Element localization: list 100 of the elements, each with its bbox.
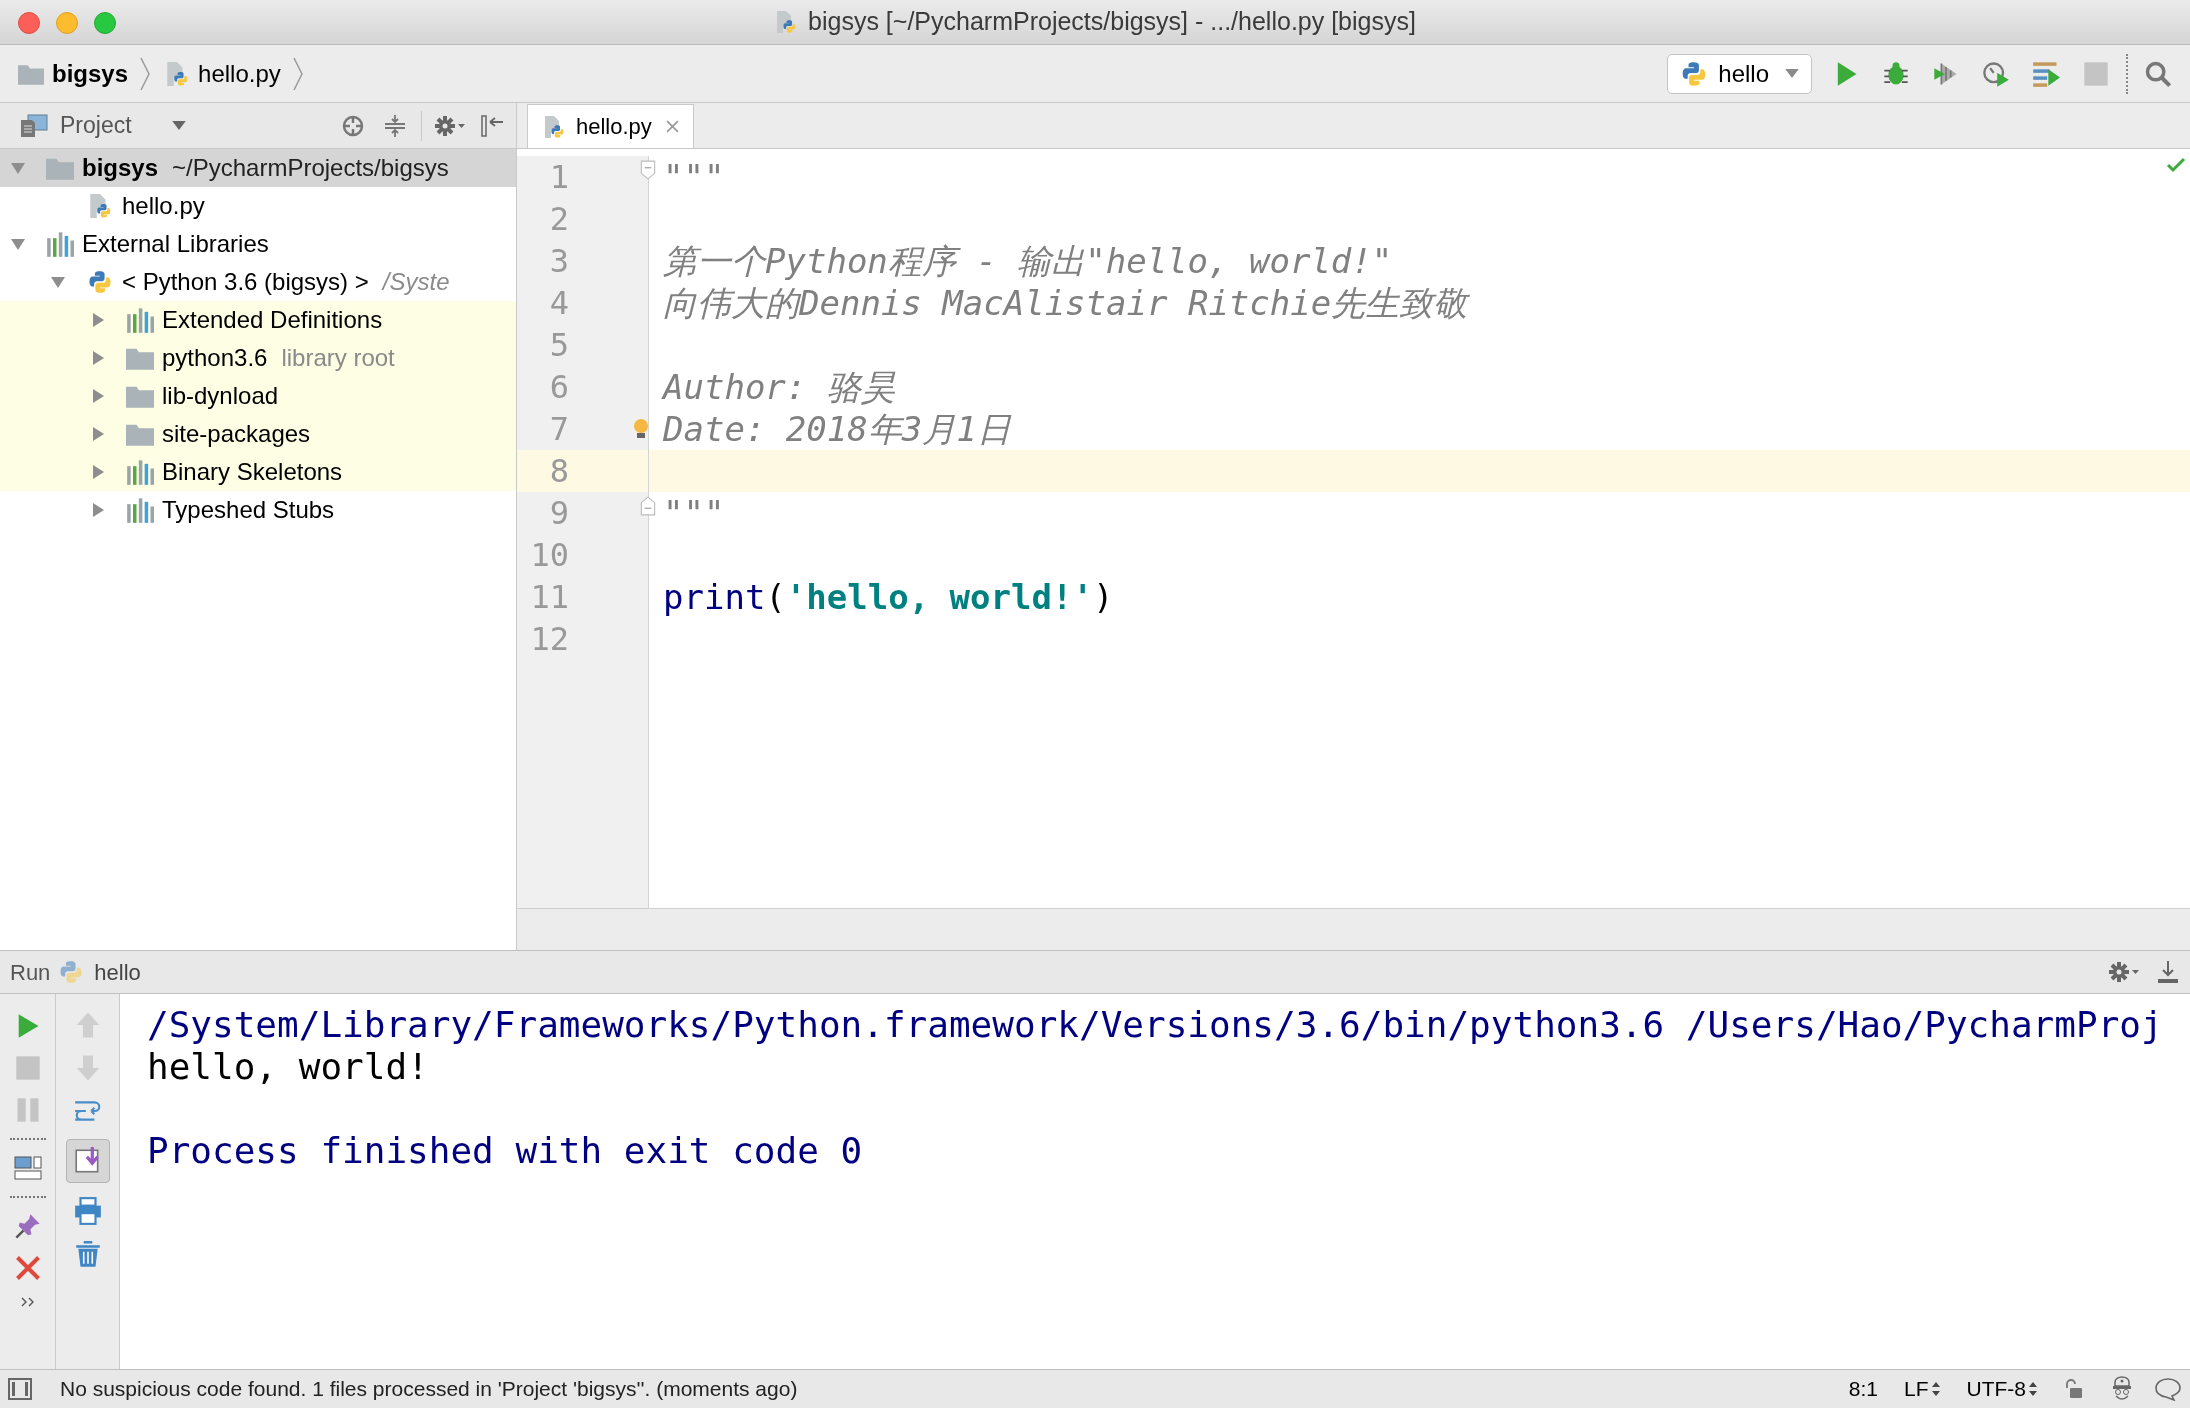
tree-item-label: python3.6 — [162, 343, 268, 373]
code-line: Date: 2018年3月1日 — [662, 407, 1011, 451]
console-line: Process finished with exit code 0 — [147, 1130, 863, 1172]
tree-item-hint: /Syste — [382, 267, 450, 297]
tree-item-label: Binary Skeletons — [162, 457, 343, 487]
code-line: 向伟大的Dennis MacAlistair Ritchie先生致敬 — [662, 281, 1468, 325]
tree-item-label: Typeshed Stubs — [162, 495, 335, 525]
crosshair-icon[interactable] — [341, 113, 365, 138]
minimize-button[interactable] — [56, 12, 78, 34]
collapsed-arrow-icon[interactable] — [90, 502, 106, 518]
line-number: 5 — [548, 325, 569, 366]
collapse-all-icon[interactable] — [383, 113, 407, 138]
expanded-arrow-icon[interactable] — [10, 160, 26, 176]
close-button[interactable] — [18, 12, 40, 34]
run-configuration-dropdown[interactable]: hello — [1667, 53, 1812, 94]
settings-icon[interactable] — [2108, 960, 2140, 984]
lock-icon[interactable] — [2064, 1379, 2084, 1399]
library-icon — [46, 231, 74, 257]
inspector-figure-icon[interactable] — [2110, 1376, 2134, 1402]
library-icon — [126, 497, 154, 523]
zoom-button[interactable] — [94, 12, 116, 34]
tree-item[interactable]: Binary Skeletons — [0, 453, 516, 491]
chevron-icon — [140, 56, 151, 91]
printer-icon[interactable] — [72, 1196, 103, 1226]
lightbulb-icon[interactable] — [633, 418, 649, 440]
collapsed-arrow-icon[interactable] — [90, 426, 106, 442]
tree-item-label: hello.py — [122, 191, 205, 221]
project-view-dropdown[interactable]: Project — [60, 108, 186, 143]
tree-item-label: bigsys — [82, 153, 159, 183]
tree-item[interactable]: lib-dynload — [0, 377, 516, 415]
encoding-selector[interactable]: UTF-8 — [1966, 1373, 2038, 1405]
profiler-icon[interactable] — [1982, 59, 2010, 88]
scroll-to-end-icon[interactable] — [65, 1139, 110, 1183]
code-line: """ — [662, 491, 725, 535]
hide-panel-icon[interactable] — [480, 113, 504, 138]
fold-marker-icon[interactable] — [640, 160, 656, 180]
expanded-arrow-icon[interactable] — [10, 236, 26, 252]
collapsed-arrow-icon[interactable] — [90, 388, 106, 404]
layout-icon[interactable] — [13, 1154, 42, 1182]
hide-panel-icon[interactable] — [2156, 960, 2180, 984]
collapsed-arrow-icon[interactable] — [90, 312, 106, 328]
collapsed-arrow-icon[interactable] — [90, 464, 106, 480]
library-icon — [126, 307, 154, 333]
fold-marker-icon[interactable] — [640, 496, 656, 516]
code-line: 第一个Python程序 - 输出"hello, world!" — [662, 239, 1393, 283]
close-icon[interactable] — [13, 1254, 42, 1282]
python-file-icon — [542, 113, 566, 140]
close-icon[interactable] — [665, 120, 679, 133]
library-icon — [126, 459, 154, 485]
tree-item-label: < Python 3.6 (bigsys) > — [122, 267, 369, 297]
window-title: bigsys [~/PycharmProjects/bigsys] - .../hello.py [bigsys] — [808, 6, 1416, 38]
more-icon[interactable] — [19, 1296, 36, 1308]
console-line: /System/Library/Frameworks/Python.framework/Versions/3.6/bin/python3.6 /Users/Hao/PycharmProj — [147, 1004, 2163, 1046]
tree-item-label: lib-dynload — [162, 381, 279, 411]
line-number: 6 — [548, 367, 569, 408]
cursor-position[interactable]: 8:1 — [1848, 1373, 1878, 1405]
chevron-icon — [292, 56, 303, 91]
breadcrumb[interactable]: hello.py — [164, 51, 285, 96]
line-number: 7 — [548, 409, 569, 450]
caret-icon — [1785, 69, 1799, 78]
tree-item[interactable]: site-packages — [0, 415, 516, 453]
tree-item[interactable]: python3.6 library root — [0, 339, 516, 377]
console-line: hello, world! — [147, 1046, 429, 1088]
concurrency-icon[interactable] — [2032, 59, 2060, 88]
status-message: No suspicious code found. 1 files processed in 'Project 'bigsys''. (moments ago) — [60, 1376, 798, 1403]
line-number: 3 — [548, 241, 569, 282]
tree-item-label: Extended Definitions — [162, 305, 383, 335]
panel-title: Run — [10, 958, 51, 987]
up-down-arrows-icon — [2028, 1381, 2038, 1397]
collapsed-arrow-icon[interactable] — [90, 350, 106, 366]
project-view-icon — [20, 113, 48, 138]
editor-tab[interactable]: hello.py — [527, 104, 694, 148]
search-icon[interactable] — [2144, 59, 2172, 88]
code-line: Author: 骆昊 — [660, 365, 895, 409]
check-icon — [2166, 157, 2186, 173]
tree-item-hint: library root — [281, 343, 395, 373]
breadcrumb[interactable]: bigsys — [18, 51, 133, 96]
code-line: print('hello, world!') — [662, 575, 1114, 619]
tree-item-label: site-packages — [162, 419, 311, 449]
expanded-arrow-icon[interactable] — [50, 274, 66, 290]
line-number: 2 — [548, 199, 569, 240]
speech-bubble-icon[interactable] — [2154, 1377, 2182, 1401]
settings-icon[interactable] — [434, 113, 466, 138]
line-number: 10 — [529, 535, 569, 576]
tree-item[interactable]: bigsys ~/PycharmProjects/bigsys — [0, 149, 516, 187]
tree-item[interactable]: Extended Definitions — [0, 301, 516, 339]
line-number: 11 — [529, 577, 569, 618]
tree-item-label: External Libraries — [82, 229, 269, 259]
folder-icon — [18, 62, 44, 85]
tree-item-hint: ~/PycharmProjects/bigsys — [172, 153, 449, 183]
line-number: 8 — [548, 451, 569, 492]
line-separator-selector[interactable]: LF — [1904, 1373, 1941, 1405]
pin-icon[interactable] — [13, 1212, 42, 1240]
caret-icon — [171, 121, 186, 130]
line-number: 4 — [548, 283, 569, 324]
run-tab[interactable]: hello — [58, 955, 141, 989]
up-down-arrows-icon — [1930, 1381, 1941, 1397]
code-line: """ — [662, 155, 725, 199]
tool-windows-icon[interactable] — [8, 1377, 32, 1401]
line-number: 1 — [548, 157, 569, 198]
